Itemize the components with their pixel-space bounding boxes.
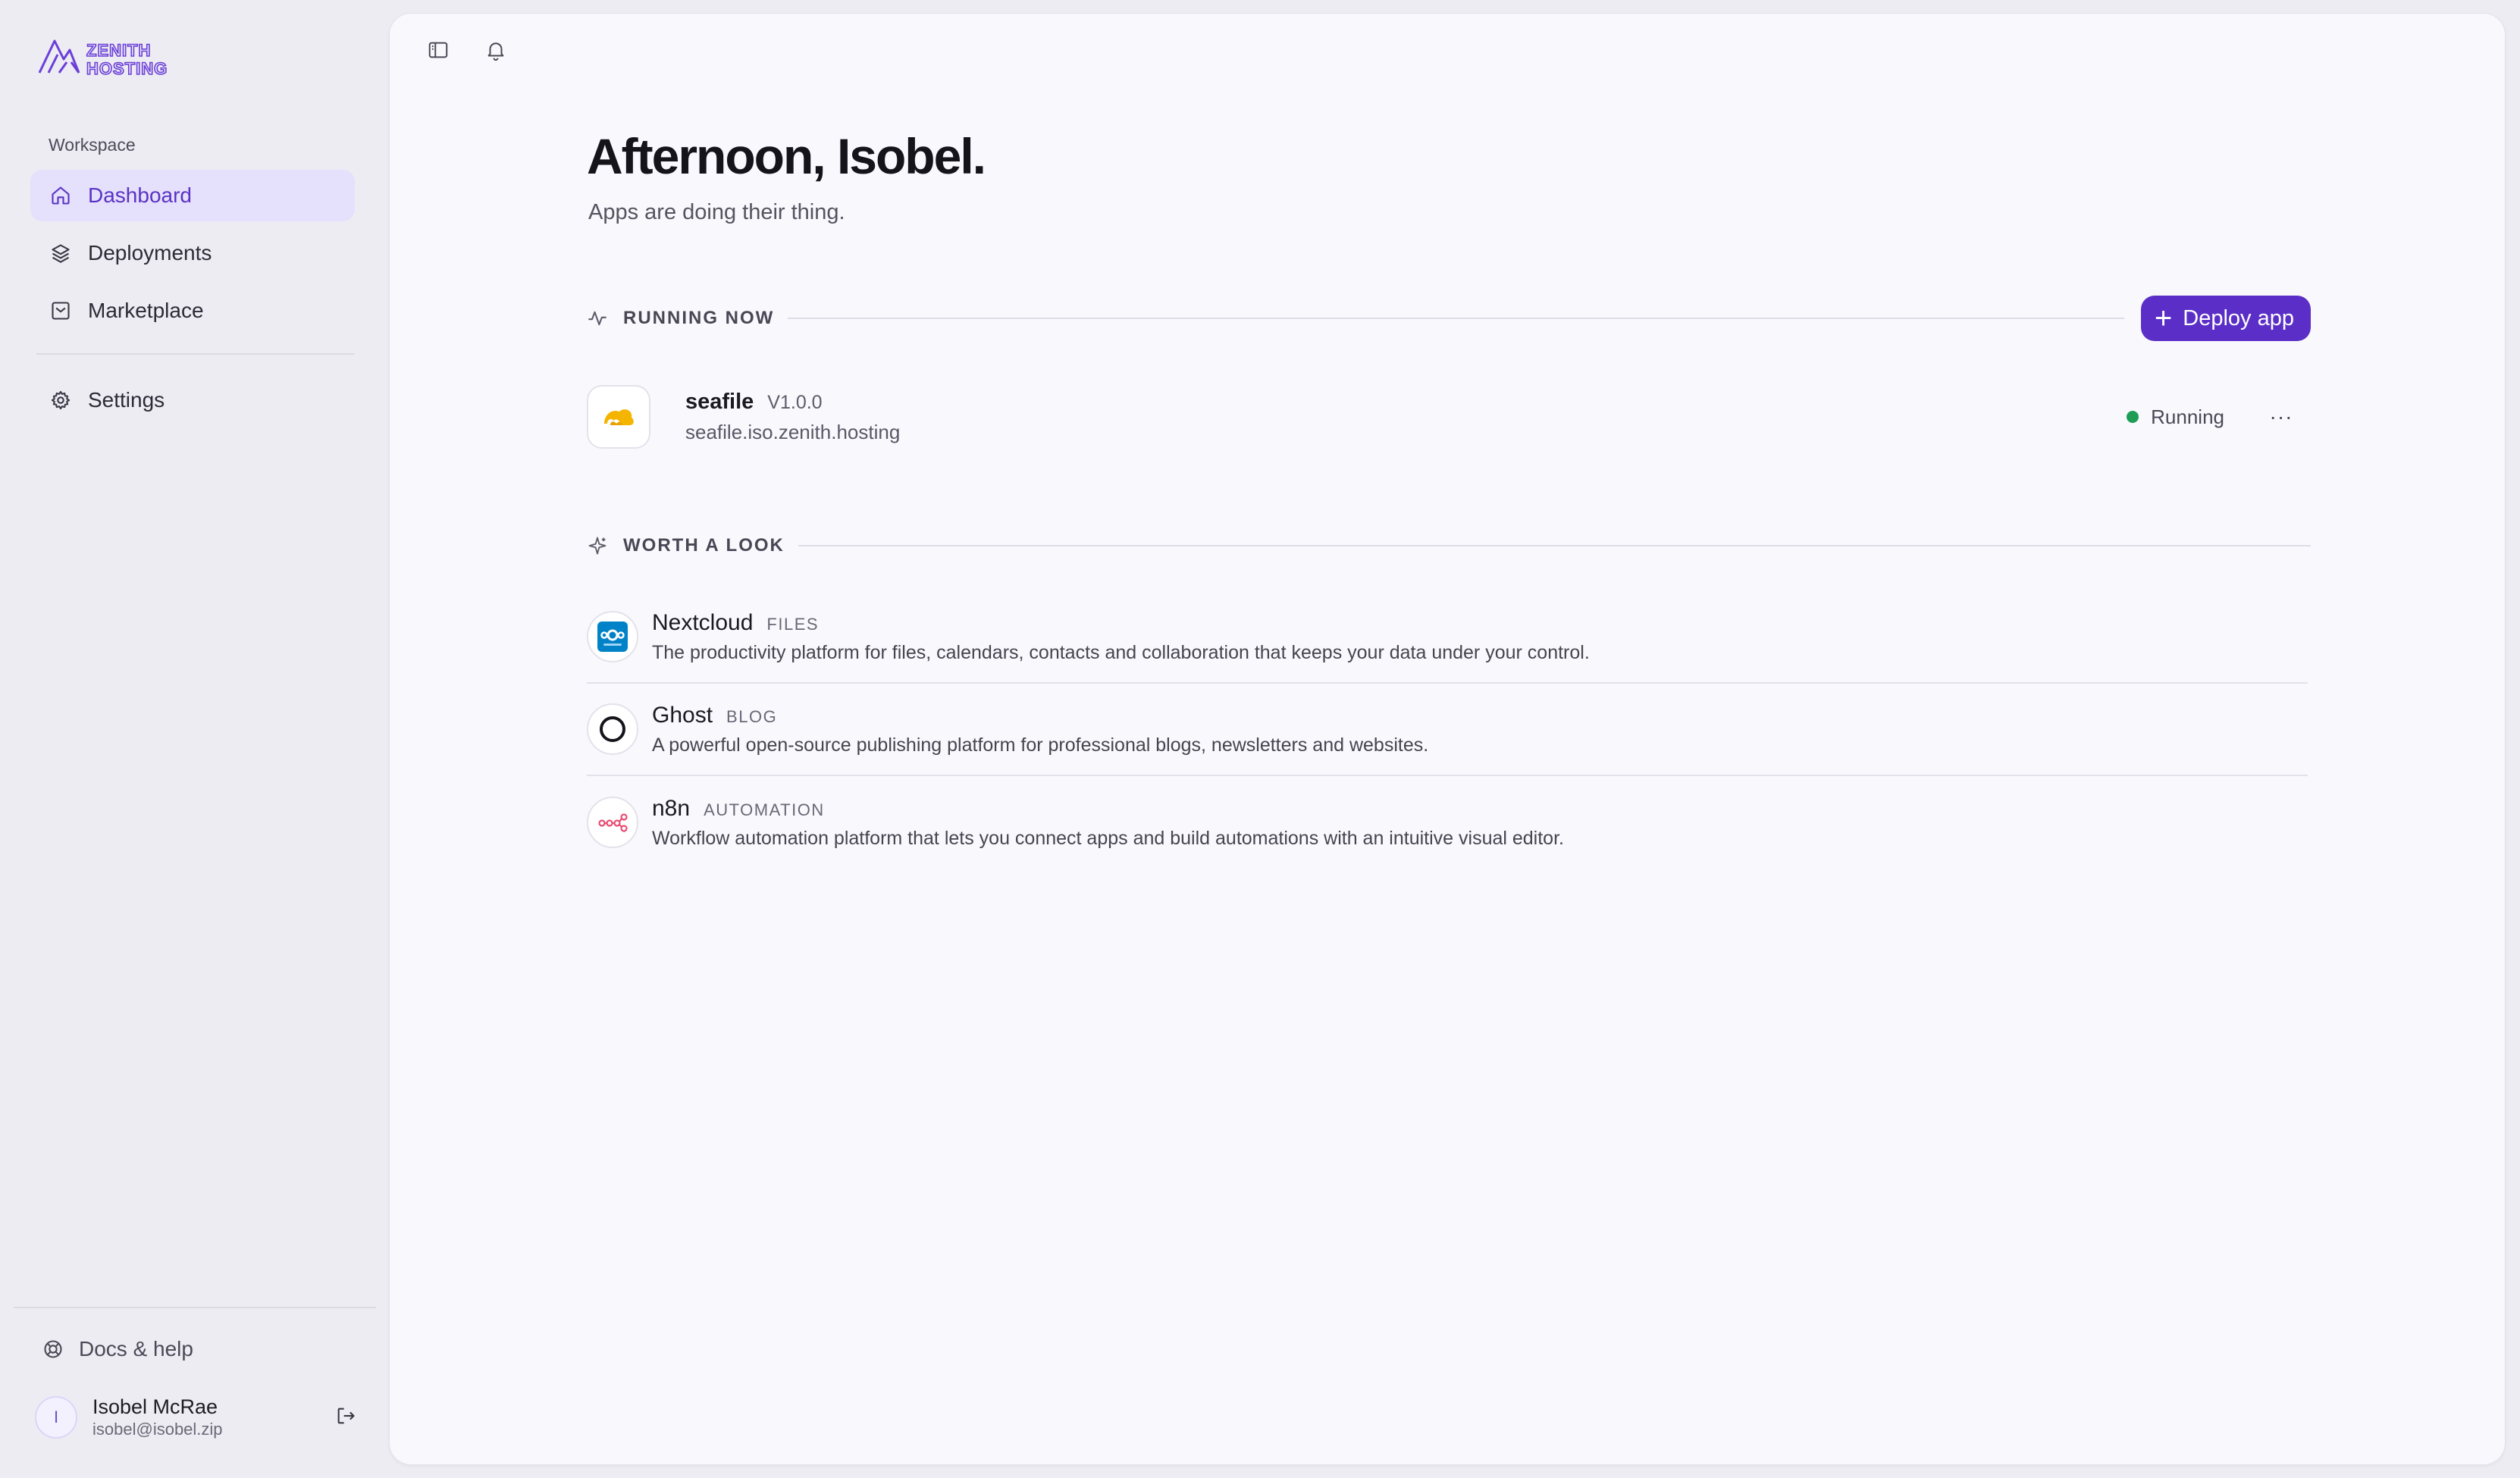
app-name: n8n [652,795,691,821]
user-info: Isobel McRae isobel@isobel.zip [92,1395,331,1440]
sidebar-item-label: Deployments [88,241,212,265]
sidebar-item-deployments[interactable]: Deployments [30,227,355,279]
user-email: isobel@isobel.zip [92,1420,223,1439]
app-category: FILES [766,614,820,634]
logo-text-line2: HOSTING [86,59,168,78]
worth-a-look-title: WORTH A LOOK [623,535,785,556]
deploy-app-button[interactable]: + Deploy app [2140,296,2311,341]
ellipsis-icon: ··· [2269,405,2293,428]
sidebar-item-label: Dashboard [88,183,192,207]
plus-icon: + [2154,302,2173,335]
app-category: AUTOMATION [704,800,825,819]
user-name: Isobel McRae [92,1395,218,1418]
worth-a-look-header: WORTH A LOOK [587,523,2311,568]
zenith-hosting-logo[interactable]: ZENITH HOSTING [36,35,203,79]
layers-icon [49,241,73,265]
nav-divider [36,353,355,355]
app-url[interactable]: seafile.iso.zenith.hosting [685,421,900,444]
running-now-header: RUNNING NOW + Deploy app [587,296,2311,341]
list-item-nextcloud[interactable]: Nextcloud FILES The productivity platfor… [587,591,2308,684]
ghost-app-icon [587,703,638,755]
sidebar-item-marketplace[interactable]: Marketplace [30,285,355,337]
sidebar-item-dashboard[interactable]: Dashboard [30,170,355,221]
page-subtitle: Apps are doing their thing. [588,200,845,224]
n8n-app-icon [587,797,638,848]
main-panel: Afternoon, Isobel. Apps are doing their … [390,14,2505,1464]
worth-a-look-list: Nextcloud FILES The productivity platfor… [587,591,2308,869]
app-description: Workflow automation platform that lets y… [652,827,1564,849]
running-app-info: seafile V1.0.0 seafile.iso.zenith.hostin… [685,390,900,444]
app-description: A powerful open-source publishing platfo… [652,734,1429,756]
workspace-section-label: Workspace [49,135,136,155]
app-description: The productivity platform for files, cal… [652,641,1590,663]
sidebar-item-label: Settings [88,388,165,412]
page-title: Afternoon, Isobel. [587,128,986,184]
status-label: Running [2151,405,2224,428]
list-item-ghost[interactable]: Ghost BLOG A powerful open-source publis… [587,684,2308,776]
gear-icon [49,388,73,412]
running-now-title: RUNNING NOW [623,308,775,328]
seafile-app-icon [587,385,650,449]
more-options-button[interactable]: ··· [2262,398,2300,436]
bell-icon [484,39,507,65]
sidebar-toggle-button[interactable] [418,32,458,71]
list-item-n8n[interactable]: n8n AUTOMATION Workflow automation platf… [587,776,2308,869]
section-divider [788,318,2124,319]
sparkle-icon [587,534,611,558]
logo-text-line1: ZENITH [86,41,151,60]
sidebar-toggle-icon [427,39,450,65]
status-dot-icon [2127,411,2139,423]
docs-help-label: Docs & help [79,1337,193,1361]
deploy-app-label: Deploy app [2183,305,2294,330]
app-version: V1.0.0 [767,392,823,413]
sidebar-nav: Dashboard Deployments Marketplace Settin… [30,170,355,432]
avatar[interactable]: I [35,1396,77,1439]
sidebar: ZENITH HOSTING Workspace Dashboard Deplo… [0,0,388,1478]
notifications-button[interactable] [476,32,516,71]
app-name: Ghost [652,702,713,728]
sidebar-item-settings[interactable]: Settings [30,374,355,426]
app-name: seafile [685,390,754,414]
logout-icon [335,1405,356,1430]
status-badge: Running [2127,406,2224,429]
app-category: BLOG [726,706,778,726]
app-name: Nextcloud [652,609,754,635]
store-icon [49,299,73,323]
logout-button[interactable] [331,1402,361,1433]
lifebuoy-icon [42,1337,67,1361]
activity-icon [587,306,611,330]
nextcloud-app-icon [587,611,638,662]
user-profile: I Isobel McRae isobel@isobel.zip [35,1390,361,1445]
home-icon [49,183,73,208]
section-divider [798,545,2311,546]
sidebar-bottom-divider [14,1307,376,1308]
sidebar-item-label: Marketplace [88,299,204,322]
running-app-row[interactable]: seafile V1.0.0 seafile.iso.zenith.hostin… [587,377,2311,456]
logo-mark-icon: ZENITH HOSTING [38,39,168,79]
docs-help-link[interactable]: Docs & help [42,1334,193,1364]
